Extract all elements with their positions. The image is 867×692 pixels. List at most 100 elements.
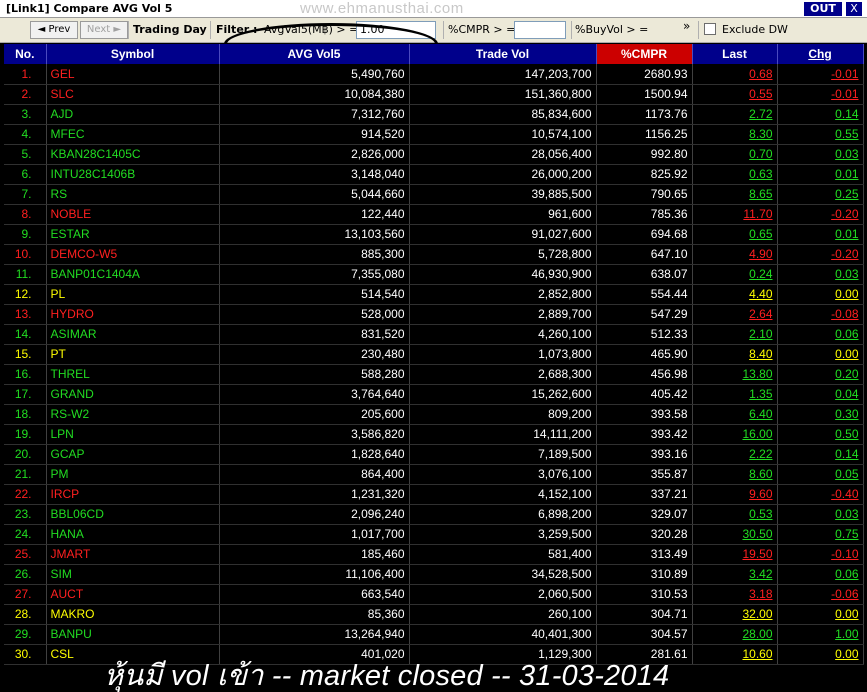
last-price-cell[interactable]: 9.60 bbox=[692, 484, 778, 505]
close-button[interactable]: X bbox=[846, 2, 862, 16]
symbol-cell[interactable]: INTU28C1406B bbox=[46, 164, 220, 185]
last-price-link[interactable]: 0.63 bbox=[749, 167, 772, 181]
column-header-chg[interactable]: Chg bbox=[777, 44, 864, 64]
change-link[interactable]: -0.40 bbox=[831, 487, 858, 501]
last-price-cell[interactable]: 8.60 bbox=[692, 464, 778, 485]
last-price-link[interactable]: 8.40 bbox=[749, 347, 772, 361]
last-price-link[interactable]: 1.35 bbox=[749, 387, 772, 401]
change-cell[interactable]: 0.25 bbox=[777, 184, 864, 205]
table-row[interactable]: 26. SIM 11,106,400 34,528,500 310.89 3.42 0.06 bbox=[4, 564, 864, 585]
change-cell[interactable]: 0.00 bbox=[777, 344, 864, 365]
table-row[interactable]: 7. RS 5,044,660 39,885,500 790.65 8.65 0.25 bbox=[4, 184, 864, 205]
table-row[interactable]: 9. ESTAR 13,103,560 91,027,600 694.68 0.65 0.0… bbox=[4, 224, 864, 245]
last-price-link[interactable]: 2.22 bbox=[749, 447, 772, 461]
table-row[interactable]: 3. AJD 7,312,760 85,834,600 1173.76 2.72 0.14 bbox=[4, 104, 864, 125]
symbol-cell[interactable]: NOBLE bbox=[46, 204, 220, 225]
last-price-link[interactable]: 19.50 bbox=[742, 547, 772, 561]
change-link[interactable]: 0.05 bbox=[835, 467, 858, 481]
change-cell[interactable]: 1.00 bbox=[777, 624, 864, 645]
table-row[interactable]: 11. BANP01C1404A 7,355,080 46,930,900 638.07… bbox=[4, 264, 864, 285]
change-link[interactable]: 0.00 bbox=[835, 347, 858, 361]
change-cell[interactable]: 0.55 bbox=[777, 124, 864, 145]
change-cell[interactable]: 0.14 bbox=[777, 444, 864, 465]
last-price-cell[interactable]: 16.00 bbox=[692, 424, 778, 445]
change-cell[interactable]: 0.05 bbox=[777, 464, 864, 485]
change-link[interactable]: 0.00 bbox=[835, 647, 858, 661]
change-cell[interactable]: -0.20 bbox=[777, 204, 864, 225]
symbol-cell[interactable]: THREL bbox=[46, 364, 220, 385]
last-price-link[interactable]: 8.65 bbox=[749, 187, 772, 201]
change-link[interactable]: -0.10 bbox=[831, 547, 858, 561]
last-price-cell[interactable]: 4.90 bbox=[692, 244, 778, 265]
change-cell[interactable]: 0.20 bbox=[777, 364, 864, 385]
last-price-link[interactable]: 2.64 bbox=[749, 307, 772, 321]
table-row[interactable]: 21. PM 864,400 3,076,100 355.87 8.60 0.05 bbox=[4, 464, 864, 485]
change-cell[interactable]: 0.06 bbox=[777, 324, 864, 345]
last-price-cell[interactable]: 0.24 bbox=[692, 264, 778, 285]
table-row[interactable]: 22. IRCP 1,231,320 4,152,100 337.21 9.60 -0.40 bbox=[4, 484, 864, 505]
change-cell[interactable]: 0.75 bbox=[777, 524, 864, 545]
change-link[interactable]: 0.06 bbox=[835, 327, 858, 341]
change-cell[interactable]: 0.04 bbox=[777, 384, 864, 405]
symbol-cell[interactable]: GEL bbox=[46, 64, 220, 85]
table-row[interactable]: 25. JMART 185,460 581,400 313.49 19.50 -0.10 bbox=[4, 544, 864, 565]
last-price-link[interactable]: 13.80 bbox=[742, 367, 772, 381]
change-link[interactable]: -0.20 bbox=[831, 247, 858, 261]
table-row[interactable]: 29. BANPU 13,264,940 40,401,300 304.57 28.00 1… bbox=[4, 624, 864, 645]
symbol-cell[interactable]: PT bbox=[46, 344, 220, 365]
last-price-cell[interactable]: 3.18 bbox=[692, 584, 778, 605]
change-link[interactable]: -0.01 bbox=[831, 67, 858, 81]
last-price-link[interactable]: 30.50 bbox=[742, 527, 772, 541]
more-options-icon[interactable]: » bbox=[683, 19, 690, 33]
symbol-cell[interactable]: MAKRO bbox=[46, 604, 220, 625]
prev-button[interactable]: ◄ Prev bbox=[30, 21, 78, 39]
last-price-cell[interactable]: 1.35 bbox=[692, 384, 778, 405]
change-link[interactable]: 0.20 bbox=[835, 367, 858, 381]
change-cell[interactable]: -0.01 bbox=[777, 64, 864, 85]
change-link[interactable]: 0.75 bbox=[835, 527, 858, 541]
last-price-link[interactable]: 32.00 bbox=[742, 607, 772, 621]
change-link[interactable]: -0.01 bbox=[831, 87, 858, 101]
trading-day-label[interactable]: Trading Day bbox=[133, 23, 207, 36]
exclude-dw-label[interactable]: Exclude DW bbox=[722, 23, 788, 36]
column-header-cmpr[interactable]: %CMPR bbox=[596, 44, 693, 64]
table-row[interactable]: 8. NOBLE 122,440 961,600 785.36 11.70 -0.20 bbox=[4, 204, 864, 225]
change-cell[interactable]: 0.03 bbox=[777, 264, 864, 285]
table-row[interactable]: 5. KBAN28C1405C 2,826,000 28,056,400 992.80 0… bbox=[4, 144, 864, 165]
last-price-cell[interactable]: 10.60 bbox=[692, 644, 778, 665]
table-row[interactable]: 28. MAKRO 85,360 260,100 304.71 32.00 0.00 bbox=[4, 604, 864, 625]
table-row[interactable]: 1. GEL 5,490,760 147,203,700 2680.93 0.68 -0.0… bbox=[4, 64, 864, 85]
table-row[interactable]: 13. HYDRO 528,000 2,889,700 547.29 2.64 -0.08 bbox=[4, 304, 864, 325]
change-link[interactable]: 0.03 bbox=[835, 267, 858, 281]
table-row[interactable]: 24. HANA 1,017,700 3,259,500 320.28 30.50 0.75 bbox=[4, 524, 864, 545]
last-price-cell[interactable]: 8.30 bbox=[692, 124, 778, 145]
change-cell[interactable]: 0.00 bbox=[777, 284, 864, 305]
column-header-symbol[interactable]: Symbol bbox=[46, 44, 220, 64]
table-row[interactable]: 4. MFEC 914,520 10,574,100 1156.25 8.30 0.55 bbox=[4, 124, 864, 145]
symbol-cell[interactable]: IRCP bbox=[46, 484, 220, 505]
avgval-filter-input[interactable]: 1.00 bbox=[356, 21, 436, 39]
last-price-cell[interactable]: 4.40 bbox=[692, 284, 778, 305]
table-row[interactable]: 19. LPN 3,586,820 14,111,200 393.42 16.00 0.50 bbox=[4, 424, 864, 445]
last-price-link[interactable]: 4.40 bbox=[749, 287, 772, 301]
last-price-cell[interactable]: 0.68 bbox=[692, 64, 778, 85]
symbol-cell[interactable]: SIM bbox=[46, 564, 220, 585]
table-row[interactable]: 12. PL 514,540 2,852,800 554.44 4.40 0.00 bbox=[4, 284, 864, 305]
last-price-link[interactable]: 9.60 bbox=[749, 487, 772, 501]
change-link[interactable]: 0.03 bbox=[835, 147, 858, 161]
last-price-cell[interactable]: 2.64 bbox=[692, 304, 778, 325]
change-link[interactable]: 0.50 bbox=[835, 427, 858, 441]
column-header-avg-vol[interactable]: AVG Vol5 bbox=[219, 44, 410, 64]
last-price-link[interactable]: 11.70 bbox=[743, 207, 772, 221]
table-row[interactable]: 23. BBL06CD 2,096,240 6,898,200 329.07 0.53 0.… bbox=[4, 504, 864, 525]
last-price-cell[interactable]: 32.00 bbox=[692, 604, 778, 625]
change-link[interactable]: 0.01 bbox=[835, 167, 858, 181]
symbol-cell[interactable]: GCAP bbox=[46, 444, 220, 465]
last-price-link[interactable]: 0.53 bbox=[749, 507, 772, 521]
last-price-cell[interactable]: 0.53 bbox=[692, 504, 778, 525]
symbol-cell[interactable]: BANP01C1404A bbox=[46, 264, 220, 285]
change-cell[interactable]: -0.01 bbox=[777, 84, 864, 105]
change-cell[interactable]: 0.14 bbox=[777, 104, 864, 125]
symbol-cell[interactable]: HANA bbox=[46, 524, 220, 545]
change-link[interactable]: 1.00 bbox=[835, 627, 858, 641]
